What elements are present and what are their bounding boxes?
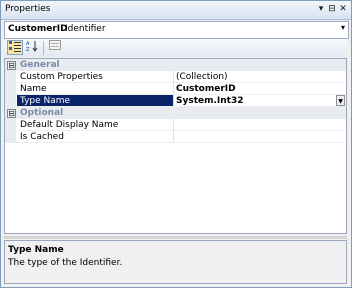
property-grid: ⊟ General Custom Properties (Collection)… — [4, 58, 347, 234]
selected-object-type: Identifier — [65, 24, 106, 34]
title-bar: Properties ▾ ⊟ ✕ — [1, 1, 351, 20]
property-row-type-name[interactable]: Type Name System.Int32 ▼ — [5, 95, 346, 107]
selected-object-name: CustomerID — [8, 24, 68, 34]
row-divider — [16, 142, 346, 143]
properties-window: Properties ▾ ⊟ ✕ CustomerID Identifier ▾… — [0, 0, 352, 288]
chevron-down-icon[interactable]: ▾ — [341, 23, 345, 32]
row-gutter — [5, 83, 16, 95]
category-row-optional[interactable]: ⊟ Optional — [5, 107, 346, 119]
window-title: Properties — [5, 4, 51, 14]
description-pane: Type Name The type of the Identifier. — [4, 240, 347, 284]
object-selector[interactable]: CustomerID Identifier ▾ — [4, 21, 349, 39]
toolbar-separator — [43, 41, 44, 55]
properties-toolbar: A Z — [4, 39, 347, 57]
description-text: The type of the Identifier. — [8, 258, 123, 268]
row-gutter — [5, 119, 16, 131]
alphabetical-icon[interactable]: A Z — [25, 40, 41, 55]
property-row-custom-properties[interactable]: Custom Properties (Collection) — [5, 71, 346, 83]
description-splitter[interactable] — [4, 236, 347, 239]
row-gutter — [5, 95, 16, 107]
row-gutter — [5, 131, 16, 143]
property-row-name[interactable]: Name CustomerID — [5, 83, 346, 95]
property-row-default-display-name[interactable]: Default Display Name — [5, 119, 346, 131]
close-icon[interactable]: ✕ — [337, 3, 349, 15]
category-label: General — [20, 60, 60, 70]
row-gutter — [5, 71, 16, 83]
property-row-is-cached[interactable]: Is Cached — [5, 131, 346, 143]
categorized-icon[interactable] — [7, 40, 23, 55]
value-dropdown-icon[interactable]: ▼ — [336, 95, 345, 106]
svg-text:Z: Z — [26, 47, 30, 52]
property-pages-icon[interactable] — [47, 40, 63, 55]
collapse-icon[interactable]: ⊟ — [7, 109, 16, 118]
description-title: Type Name — [8, 245, 64, 255]
category-label: Optional — [20, 108, 64, 118]
collapse-icon[interactable]: ⊟ — [7, 61, 16, 70]
category-row-general[interactable]: ⊟ General — [5, 59, 346, 71]
